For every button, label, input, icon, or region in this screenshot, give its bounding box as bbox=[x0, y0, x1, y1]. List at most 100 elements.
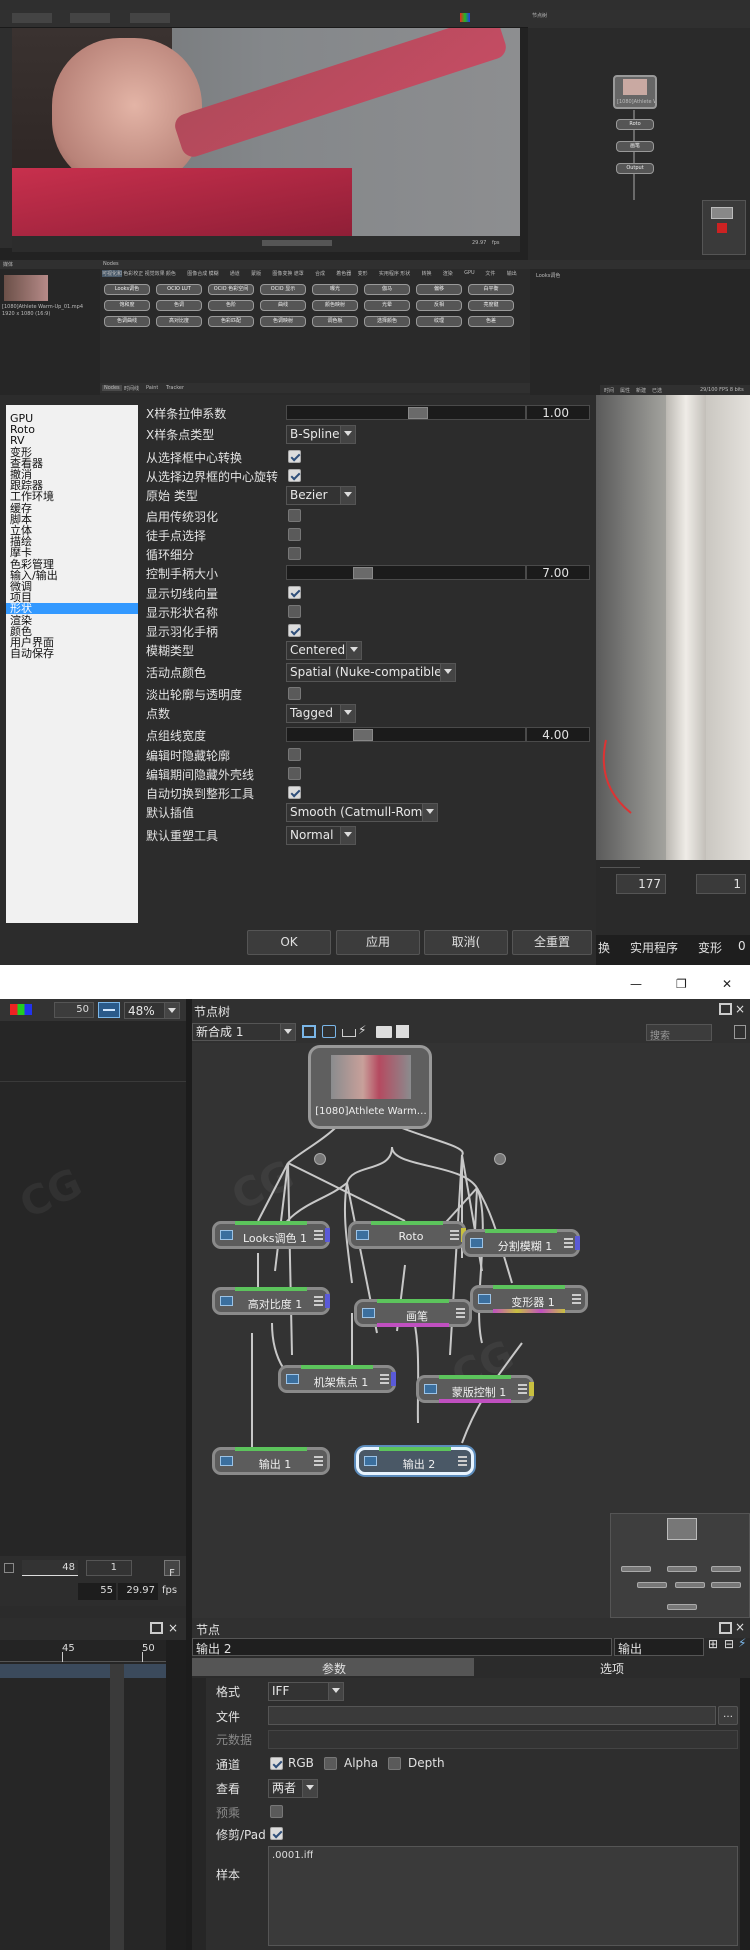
premult-checkbox[interactable] bbox=[270, 1805, 283, 1818]
apply-button[interactable]: 应用 bbox=[336, 930, 420, 955]
node-mask-port[interactable] bbox=[391, 1372, 396, 1386]
node-output-port[interactable] bbox=[493, 1309, 565, 1313]
toolbox-category[interactable]: 色彩校正 bbox=[123, 270, 143, 277]
node-input-port[interactable] bbox=[371, 1221, 443, 1225]
crop-pad-checkbox[interactable] bbox=[270, 1827, 283, 1840]
align-icon[interactable] bbox=[342, 1029, 356, 1037]
add-icon[interactable]: ⊞ bbox=[708, 1637, 718, 1651]
top-tree-source[interactable]: [1080]Athlete Warm bbox=[613, 75, 657, 109]
pref-value-field-handle_size[interactable]: 7.00 bbox=[526, 565, 590, 580]
pref-checkbox-rotate_center[interactable] bbox=[288, 469, 301, 482]
node-input-port[interactable] bbox=[439, 1375, 511, 1379]
toolbox-category[interactable]: 可视化和叠加 bbox=[102, 270, 122, 277]
channel-depth-checkbox[interactable] bbox=[388, 1757, 401, 1770]
toolbox-node-button[interactable]: 纹理 bbox=[416, 316, 462, 327]
node-input-port[interactable] bbox=[301, 1365, 373, 1369]
top-rgb-icon[interactable] bbox=[460, 13, 470, 22]
props-scrollbar[interactable] bbox=[740, 1678, 750, 1950]
node-cam_focus[interactable]: 机架焦点 1 bbox=[278, 1365, 396, 1393]
toolbox-tab-timeline[interactable]: 时间线 bbox=[124, 385, 139, 392]
toolbox-category[interactable]: 遮罩 bbox=[294, 270, 314, 277]
node-input-port[interactable] bbox=[493, 1285, 565, 1289]
toolbox-node-button[interactable]: 色阶 bbox=[208, 300, 254, 311]
top-tree-roto[interactable]: Roto bbox=[616, 119, 654, 130]
prefs-category-item[interactable]: Roto bbox=[6, 424, 138, 435]
pref-dropdown-x_type[interactable]: B-Spline bbox=[286, 425, 356, 444]
toolbox-category[interactable]: 颜色 bbox=[166, 270, 186, 277]
top-dd-2[interactable] bbox=[70, 13, 110, 23]
node-junction-1[interactable] bbox=[494, 1153, 506, 1165]
timeline-selected-track[interactable] bbox=[0, 1664, 186, 1678]
pref-slider-knob[interactable] bbox=[353, 567, 373, 579]
toolbox-category[interactable]: 模糊 bbox=[209, 270, 229, 277]
toolbox-node-button[interactable]: Looks调色 bbox=[104, 284, 150, 295]
toolbox-node-button[interactable]: 色彩匹配 bbox=[208, 316, 254, 327]
node-input-port[interactable] bbox=[235, 1447, 307, 1451]
toolbox-category[interactable]: 转换 bbox=[422, 270, 442, 277]
pref-checkbox-hide_outline[interactable] bbox=[288, 748, 301, 761]
toolbox-node-button[interactable]: OCIO 色彩空间 bbox=[208, 284, 254, 295]
pref-dropdown-interp[interactable]: Smooth (Catmull-Rom) bbox=[286, 803, 438, 822]
top-tree-navigator[interactable] bbox=[702, 200, 746, 255]
toolbox-node-button[interactable]: 曲线 bbox=[260, 300, 306, 311]
right-tab-3[interactable]: 已选 bbox=[652, 387, 662, 394]
channel-rgb-checkbox[interactable] bbox=[270, 1757, 283, 1770]
channel-alpha-checkbox[interactable] bbox=[324, 1757, 337, 1770]
pref-checkbox-legacy_feather[interactable] bbox=[288, 509, 301, 522]
pref-slider-knob[interactable] bbox=[408, 407, 428, 419]
node-mask-port[interactable] bbox=[325, 1228, 330, 1242]
node-input-port[interactable] bbox=[485, 1229, 557, 1233]
remove-icon[interactable]: ⊟ bbox=[724, 1637, 734, 1651]
toolbox-category[interactable]: 形状 bbox=[400, 270, 420, 277]
top-media-thumb[interactable] bbox=[4, 275, 48, 301]
toolbox-node-button[interactable]: 饱和度 bbox=[104, 300, 150, 311]
pref-checkbox-freehand[interactable] bbox=[288, 528, 301, 541]
pref-slider-pt_width[interactable] bbox=[286, 727, 526, 742]
toolbox-node-button[interactable]: 色差 bbox=[468, 316, 514, 327]
right-bottom-tab-c[interactable]: 变形 bbox=[698, 939, 722, 956]
toolbox-node-button[interactable]: 偏移 bbox=[416, 284, 462, 295]
toolbox-node-button[interactable]: 色调映射 bbox=[260, 316, 306, 327]
node-out1[interactable]: 输出 1 bbox=[212, 1447, 330, 1475]
pref-checkbox-scale_center[interactable] bbox=[288, 450, 301, 463]
right-bottom-tab-a[interactable]: 换 bbox=[598, 939, 610, 956]
right-tab-1[interactable]: 属性 bbox=[620, 387, 630, 394]
minimize-button[interactable]: — bbox=[630, 977, 642, 991]
node-navigator[interactable] bbox=[610, 1513, 750, 1618]
close-button[interactable]: ✕ bbox=[722, 977, 732, 991]
viewer-transport-buttons[interactable] bbox=[262, 240, 332, 246]
prefs-category-item[interactable]: 渲染 bbox=[6, 615, 138, 626]
pref-checkbox-show_feather[interactable] bbox=[288, 624, 301, 637]
toolbox-category[interactable]: 蒙版 bbox=[251, 270, 271, 277]
timeline-end-field[interactable]: 55 bbox=[78, 1583, 116, 1600]
node-looks[interactable]: Looks调色 1 bbox=[212, 1221, 330, 1249]
timeline-close-icon[interactable]: × bbox=[168, 1621, 178, 1635]
node-out2[interactable]: 输出 2 bbox=[356, 1447, 474, 1475]
toolbox-category[interactable]: 变形 bbox=[358, 270, 378, 277]
toolbox-node-button[interactable]: OCIO 显示 bbox=[260, 284, 306, 295]
pref-checkbox-auto_switch[interactable] bbox=[288, 786, 301, 799]
timeline-frame-field[interactable]: 48 bbox=[22, 1560, 78, 1576]
toolbox-node-button[interactable]: 色调曲线 bbox=[104, 316, 150, 327]
toolbox-tab-tracker[interactable]: Tracker bbox=[166, 385, 184, 391]
frame-all-icon[interactable] bbox=[302, 1025, 316, 1038]
right-bottom-tab-d[interactable]: 0 bbox=[738, 939, 746, 953]
toolbox-category[interactable]: 合成 bbox=[315, 270, 335, 277]
node-paint[interactable]: 画笔 bbox=[354, 1299, 472, 1327]
top-tree-output[interactable]: Output bbox=[616, 163, 654, 174]
cancel-button[interactable]: 取消( bbox=[424, 930, 508, 955]
prefs-category-item[interactable]: 摩卡 bbox=[6, 547, 138, 558]
node-mask-port[interactable] bbox=[529, 1382, 534, 1396]
top-tree-paint[interactable]: 画笔 bbox=[616, 141, 654, 152]
props-float-icon[interactable] bbox=[719, 1622, 732, 1634]
toolbox-node-button[interactable]: 调色板 bbox=[312, 316, 358, 327]
timeline-f-button[interactable]: F bbox=[164, 1560, 180, 1579]
node-mask_ctrl[interactable]: 蒙版控制 1 bbox=[416, 1375, 534, 1403]
node-name-field[interactable]: 输出 2 bbox=[192, 1638, 612, 1656]
timeline-float-icon[interactable] bbox=[150, 1622, 163, 1634]
toolbox-node-button[interactable]: 亮度键 bbox=[468, 300, 514, 311]
browse-button[interactable]: … bbox=[718, 1706, 738, 1725]
node-high_contrast[interactable]: 高对比度 1 bbox=[212, 1287, 330, 1315]
toolbox-node-button[interactable]: OCIO LUT bbox=[156, 284, 202, 295]
pref-dropdown-blur_type[interactable]: Centered bbox=[286, 641, 362, 660]
